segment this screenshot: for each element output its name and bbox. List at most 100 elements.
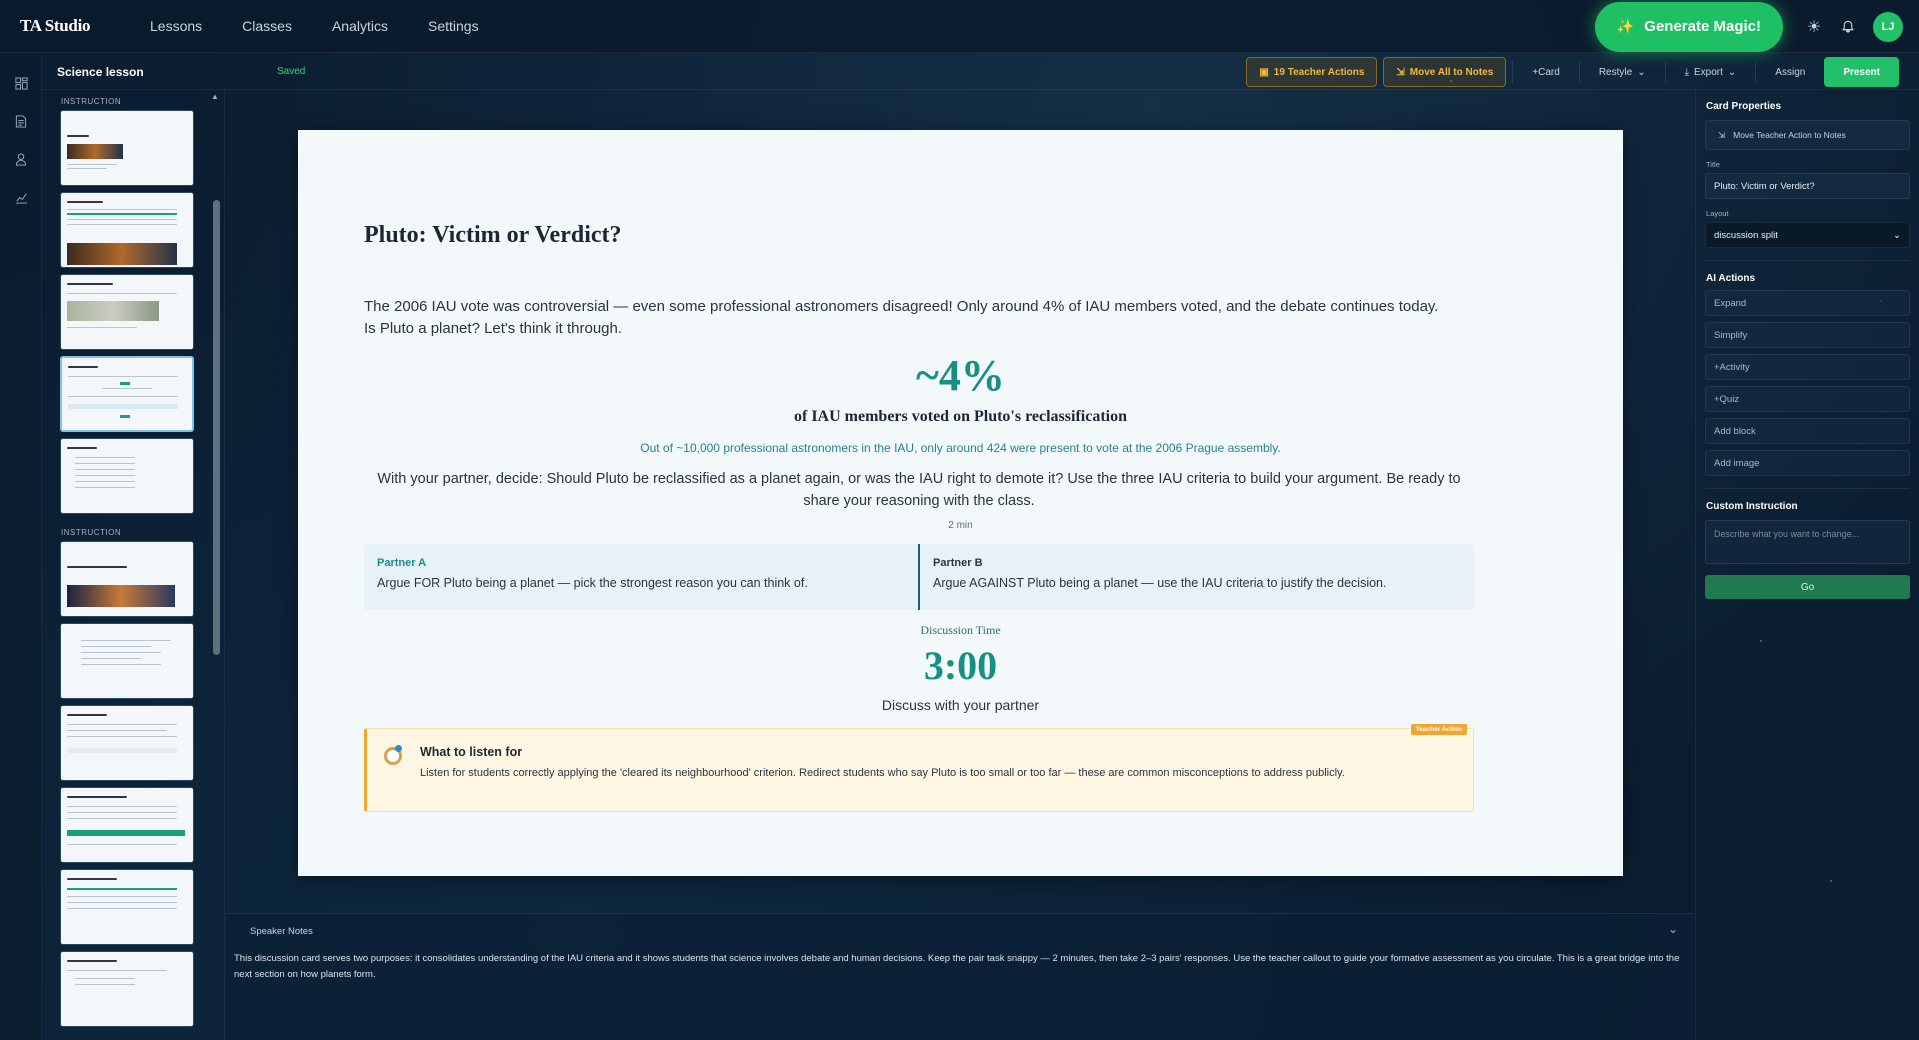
partner-b-name: Partner B [933, 557, 983, 569]
nav-lessons[interactable]: Lessons [130, 18, 222, 34]
speaker-notes-heading: Speaker Notes [250, 926, 313, 937]
slide-thumbnail[interactable] [60, 869, 194, 945]
properties-heading: Card Properties [1706, 101, 1782, 112]
slide-thumbnail[interactable] [60, 274, 194, 350]
chevron-down-icon: ⌄ [1637, 66, 1646, 78]
partner-split: Partner A Argue FOR Pluto being a planet… [364, 544, 1474, 610]
theme-toggle-icon[interactable]: ☀ [1797, 10, 1831, 44]
thumbnail-scrollbar[interactable] [213, 200, 220, 655]
stat-value: ~4% [916, 351, 1005, 400]
slide-thumbnail-active[interactable] [60, 356, 194, 432]
move-all-to-notes-button[interactable]: ⇲ Move All to Notes [1383, 57, 1507, 87]
download-icon: ⤓ [1684, 66, 1689, 78]
speaker-notes-panel: Speaker Notes ⌄ This discussion card ser… [226, 913, 1694, 1040]
move-teacher-action-button[interactable]: ⇲ Move Teacher Action to Notes [1705, 120, 1910, 150]
discussion-prompt[interactable]: With your partner, decide: Should Pluto … [364, 468, 1474, 512]
add-block-button[interactable]: Add block [1705, 418, 1910, 444]
brand-logo[interactable]: TA Studio [20, 16, 130, 36]
thumb-section-label: INSTRUCTION [61, 97, 122, 106]
title-input[interactable]: Pluto: Victim or Verdict? [1705, 173, 1910, 199]
collapse-chevron-icon[interactable]: ⌄ [1668, 922, 1678, 936]
teacher-action-badge: Teacher Action [1410, 724, 1467, 735]
left-icon-rail [0, 54, 42, 1040]
toolbar-separator [1578, 61, 1580, 83]
assign-button[interactable]: Assign [1762, 57, 1818, 87]
slide-thumbnail[interactable] [60, 951, 194, 1027]
stat-subtext: Out of ~10,000 professional astronomers … [640, 441, 1281, 455]
card-canvas: Pluto: Victim or Verdict? The 2006 IAU v… [226, 90, 1694, 913]
target-icon [384, 745, 402, 765]
partner-a-name: Partner A [377, 557, 427, 569]
thumb-section-label: INSTRUCTION [61, 528, 122, 537]
card-properties-panel: Card Properties ⇲ Move Teacher Action to… [1695, 90, 1919, 1040]
slide-thumbnail[interactable] [60, 192, 194, 268]
restyle-button[interactable]: Restyle ⌄ [1586, 57, 1659, 87]
user-avatar[interactable]: LJ [1873, 11, 1903, 42]
layout-value: discussion split [1714, 229, 1778, 241]
slide-thumbnails: INSTRUCTION INSTRUCTION [42, 90, 225, 1040]
layout-select[interactable]: discussion split ⌄ [1705, 222, 1910, 248]
slide-thumbnail[interactable] [60, 705, 194, 781]
add-card-button[interactable]: +Card [1519, 57, 1573, 87]
generate-magic-label: Generate Magic! [1644, 18, 1761, 35]
editor-toolbar: Science lesson Saved ▣ 19 Teacher Action… [42, 54, 1919, 90]
slide-thumbnail[interactable] [60, 110, 194, 186]
nav-classes[interactable]: Classes [222, 18, 312, 34]
document-icon[interactable] [0, 102, 42, 140]
partner-b-text: Argue AGAINST Pluto being a planet — use… [933, 576, 1387, 590]
speaker-notes-text[interactable]: This discussion card serves two purposes… [234, 951, 1684, 983]
move-teacher-action-label: Move Teacher Action to Notes [1733, 130, 1846, 140]
chevron-down-icon: ⌄ [1727, 66, 1737, 78]
go-button[interactable]: Go [1705, 575, 1910, 599]
teacher-actions-label: 19 Teacher Actions [1273, 66, 1365, 78]
toolbar-separator [1664, 61, 1666, 83]
slide-card[interactable]: Pluto: Victim or Verdict? The 2006 IAU v… [298, 130, 1623, 876]
chart-icon[interactable] [0, 178, 42, 216]
generate-magic-button[interactable]: ✨ Generate Magic! [1594, 1, 1783, 52]
timer-label: Discussion Time [920, 623, 1001, 637]
present-button[interactable]: Present [1824, 57, 1899, 87]
slide-thumbnail[interactable] [60, 623, 194, 699]
user-icon[interactable] [0, 140, 42, 178]
lesson-title[interactable]: Science lesson [57, 65, 277, 79]
slide-thumbnail[interactable] [60, 438, 194, 514]
export-button[interactable]: ⤓ Export ⌄ [1672, 57, 1750, 87]
slide-thumbnail[interactable] [60, 787, 194, 863]
scroll-up-arrow-icon[interactable]: ▲ [211, 92, 219, 101]
partner-b-panel[interactable]: Partner B Argue AGAINST Pluto being a pl… [918, 544, 1474, 610]
teacher-actions-button[interactable]: ▣ 19 Teacher Actions [1246, 57, 1378, 87]
discussion-timer[interactable]: 3:00 [298, 642, 1623, 689]
slide-thumbnail[interactable] [60, 541, 194, 617]
move-all-label: Move All to Notes [1409, 66, 1494, 78]
custom-instruction-input[interactable]: Describe what you want to change... [1705, 520, 1910, 564]
nav-settings[interactable]: Settings [408, 18, 499, 34]
bell-icon[interactable] [1831, 10, 1865, 44]
chevron-down-icon: ⌄ [1893, 229, 1901, 241]
saved-status: Saved [277, 66, 306, 77]
ai-actions-heading: AI Actions [1706, 273, 1756, 284]
dashboard-icon[interactable] [0, 64, 42, 102]
simplify-button[interactable]: Simplify [1705, 322, 1910, 348]
add-image-button[interactable]: Add image [1705, 450, 1910, 476]
divider [1705, 488, 1910, 489]
add-activity-button[interactable]: +Activity [1705, 354, 1910, 380]
card-title[interactable]: Pluto: Victim or Verdict? [364, 222, 622, 249]
timer-subtext: Discuss with your partner [881, 697, 1040, 713]
custom-instruction-heading: Custom Instruction [1706, 501, 1798, 512]
add-quiz-button[interactable]: +Quiz [1705, 386, 1910, 412]
teacher-action-icon: ▣ [1259, 66, 1269, 78]
card-intro-text[interactable]: The 2006 IAU vote was controversial — ev… [364, 296, 1444, 340]
restyle-label: Restyle [1598, 66, 1633, 78]
duration-label: 2 min [948, 520, 973, 531]
title-label: Title [1706, 160, 1720, 169]
toolbar-separator [1755, 61, 1757, 83]
top-bar: TA Studio Lessons Classes Analytics Sett… [0, 0, 1919, 53]
callout-title: What to listen for [420, 745, 523, 759]
teacher-action-callout[interactable]: Teacher Action What to listen for Listen… [364, 724, 1474, 812]
divider [1705, 260, 1910, 261]
stat-label: of IAU members voted on Pluto's reclassi… [794, 408, 1127, 425]
sparkle-icon: ✨ [1616, 18, 1635, 34]
expand-button[interactable]: Expand [1705, 290, 1910, 316]
partner-a-panel[interactable]: Partner A Argue FOR Pluto being a planet… [364, 544, 918, 610]
nav-analytics[interactable]: Analytics [312, 18, 408, 34]
